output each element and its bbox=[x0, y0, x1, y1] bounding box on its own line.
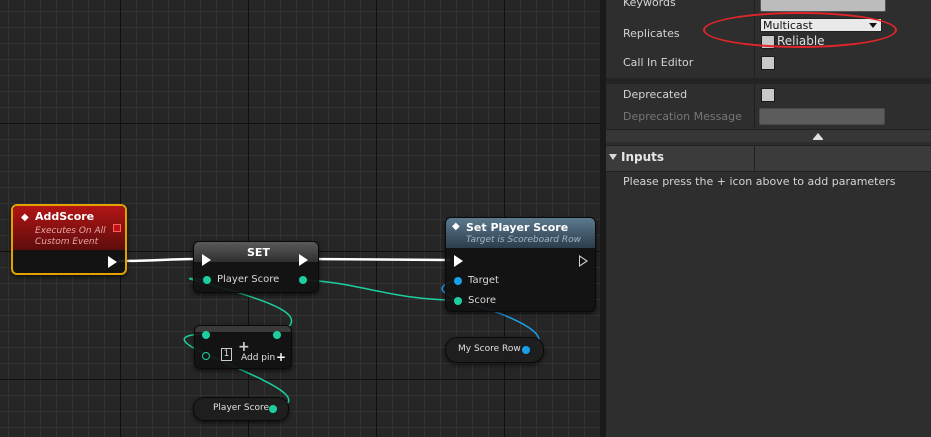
expand-arrow-icon[interactable] bbox=[609, 154, 617, 160]
exec-out-pin-icon[interactable] bbox=[108, 256, 117, 268]
player-score-in-pin-icon[interactable] bbox=[203, 276, 211, 284]
details-panel: Keywords Replicates Multicast Reliable C… bbox=[606, 0, 931, 437]
target-pin-icon[interactable] bbox=[454, 277, 462, 285]
highlight-ellipse bbox=[703, 12, 897, 48]
column-divider bbox=[754, 84, 755, 106]
column-divider bbox=[754, 48, 755, 78]
inputs-header-label: Inputs bbox=[621, 150, 665, 164]
event-diamond-icon: ◆ bbox=[21, 212, 29, 223]
deprecation-message-label: Deprecation Message bbox=[623, 110, 742, 123]
getter-label: Player Score bbox=[213, 403, 270, 413]
deprecated-label: Deprecated bbox=[623, 88, 688, 101]
player-score-out-pin-icon[interactable] bbox=[299, 276, 307, 284]
set-node-title: SET bbox=[247, 246, 270, 259]
exec-wire-set-to-func bbox=[309, 257, 451, 262]
make-array-node[interactable]: 1 + Add pin + bbox=[194, 325, 292, 369]
exec-in-pin-icon[interactable] bbox=[202, 254, 211, 266]
function-node-subtitle: Target is Scoreboard Row bbox=[466, 235, 581, 245]
set-player-score-function-node[interactable]: ◆ Set Player Score Target is Scoreboard … bbox=[445, 217, 596, 312]
column-divider bbox=[754, 146, 755, 171]
add-pin-label[interactable]: Add pin bbox=[241, 353, 275, 363]
function-node-title: Set Player Score bbox=[466, 221, 569, 234]
player-score-getter-node[interactable]: Player Score bbox=[193, 397, 289, 421]
exec-out-pin-icon[interactable] bbox=[299, 254, 308, 266]
score-pin-icon[interactable] bbox=[454, 297, 462, 305]
inputs-section-header[interactable]: Inputs bbox=[606, 145, 931, 172]
array-out-pin-icon[interactable] bbox=[273, 331, 281, 339]
exec-out-pin-icon[interactable] bbox=[579, 255, 588, 267]
my-score-row-getter-node[interactable]: My Score Row bbox=[445, 337, 544, 363]
blueprint-graph[interactable]: ◆ AddScore Executes On All Custom Event … bbox=[0, 0, 600, 437]
my-score-row-out-pin-icon[interactable] bbox=[522, 346, 530, 354]
exec-in-pin-icon[interactable] bbox=[454, 255, 463, 267]
event-node-subtitle-1: Executes On All bbox=[35, 226, 106, 236]
array-element-in-pin-icon[interactable] bbox=[202, 331, 210, 339]
collapse-arrow-base bbox=[813, 139, 823, 140]
function-icon: ◆ bbox=[452, 221, 460, 232]
call-in-editor-label: Call In Editor bbox=[623, 56, 694, 69]
getter-label: My Score Row bbox=[458, 344, 521, 354]
player-score-getter-out-pin-icon[interactable] bbox=[269, 405, 277, 413]
deprecated-checkbox[interactable] bbox=[761, 88, 775, 102]
set-node-pin-label: Player Score bbox=[217, 274, 280, 285]
custom-event-node-addscore[interactable]: ◆ AddScore Executes On All Custom Event bbox=[11, 204, 127, 275]
keywords-label: Keywords bbox=[623, 0, 676, 9]
column-divider bbox=[754, 106, 755, 128]
event-node-subtitle-2: Custom Event bbox=[35, 237, 99, 247]
inputs-hint-text: Please press the + icon above to add par… bbox=[623, 175, 896, 188]
deprecation-message-row: Deprecation Message bbox=[606, 106, 931, 128]
event-node-title: AddScore bbox=[35, 210, 95, 223]
replicates-label: Replicates bbox=[623, 27, 680, 40]
keywords-input[interactable] bbox=[760, 0, 886, 12]
array-empty-pin-icon[interactable] bbox=[202, 352, 210, 360]
deprecation-message-input[interactable] bbox=[759, 108, 885, 125]
array-index-badge: 1 bbox=[221, 348, 232, 361]
call-in-editor-row: Call In Editor bbox=[606, 48, 931, 79]
set-variable-node[interactable]: SET Player Score bbox=[193, 241, 319, 293]
delegate-pin-icon[interactable] bbox=[113, 224, 121, 232]
wire-set-out-to-score bbox=[301, 279, 458, 301]
deprecated-row: Deprecated bbox=[606, 84, 931, 106]
exec-wire-event-to-set bbox=[117, 257, 199, 263]
collapse-bar[interactable] bbox=[606, 129, 931, 142]
add-pin-plus-icon[interactable]: + bbox=[276, 350, 286, 364]
target-pin-label: Target bbox=[468, 275, 499, 286]
score-pin-label: Score bbox=[468, 295, 497, 306]
call-in-editor-checkbox[interactable] bbox=[761, 56, 775, 70]
